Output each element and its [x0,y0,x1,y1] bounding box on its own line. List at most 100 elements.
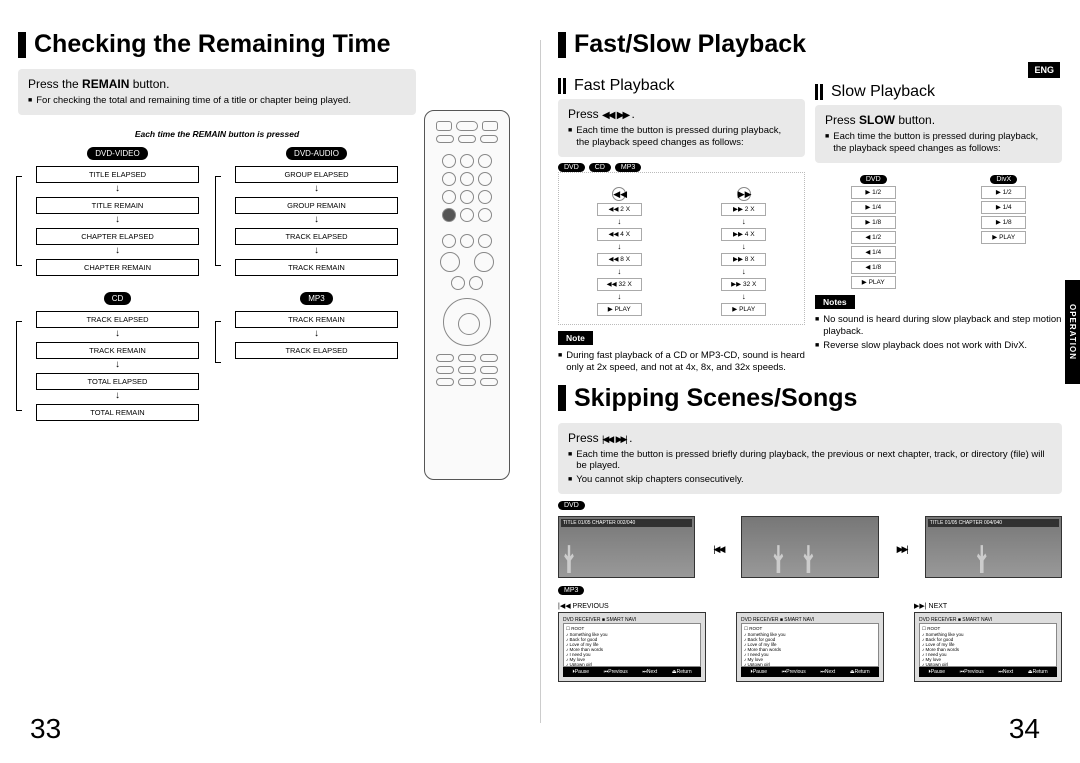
arrow-down-icon: ↓ [314,183,319,194]
speed-step: ◀◀ 32 X [597,278,642,291]
instruction-box-remain: Press the REMAIN button. For checking th… [18,69,416,115]
loop-line-icon [16,321,22,411]
step-box: CHAPTER REMAIN [36,259,199,276]
dvd-screenshot-thumb: TITLE 01/05 CHAPTER 002/040 [558,516,695,578]
pill-dvd: DVD [558,163,585,172]
skip-next-icon [616,434,626,445]
slow-note2: Reverse slow playback does not work with… [815,340,1062,352]
dvd-screenshot-thumb: TITLE 01/05 CHAPTER 004/040 [925,516,1062,578]
loop-line-icon [215,321,221,363]
cactus-icon [802,545,814,573]
step-box: TRACK ELAPSED↓ [235,228,398,245]
step-box: TRACK REMAIN↓ [235,311,398,328]
fast-speed-diagram: ◀◀ ◀◀ 2 X↓ ◀◀ 4 X↓ ◀◀ 8 X↓ ◀◀ 32 X↓ ▶ PL… [558,172,805,325]
arrow-down-icon: ↓ [115,214,120,225]
page-33: Checking the Remaining Time Press the RE… [0,0,540,763]
step-box: TRACK ELAPSED↓ [36,311,199,328]
pill-cd: CD [589,163,611,172]
speed-step: ▶▶ 32 X [721,278,766,291]
pill-dvd-video: DVD-VIDEO [87,147,147,160]
arrow-down-icon: ↓ [314,214,319,225]
speed-step: ◀ 1/4 [851,246,896,259]
instr-bold: SLOW [859,113,895,127]
speed-step: ◀◀ 2 X [597,203,642,216]
mp3-footer: ⏵Pause⏮Previous⏭Next⏏Return [919,667,1057,677]
fast-instr-box: Press . Each time the button is pressed … [558,99,805,157]
notes-badge: Notes [815,295,855,309]
instr-pre: Press the [28,77,82,91]
skip-instr-box: Press . Each time the button is pressed … [558,423,1062,495]
instr-post: button. [129,77,169,91]
step-box: TOTAL ELAPSED↓ [36,373,199,390]
loop-line-icon [215,176,221,266]
cactus-icon [976,545,988,573]
cactus-icon [563,545,575,573]
rewind-icon [602,110,613,121]
speed-step: ▶ PLAY [721,303,766,316]
mp3-screenshot-thumb: DVD RECEIVER ■ SMART NAVI ☐ ROOT ♪ Somet… [736,612,884,682]
instr-pre: Press [825,113,859,127]
step-box: GROUP ELAPSED↓ [235,166,398,183]
step-box: TRACK REMAIN [235,259,398,276]
speed-step: ▶▶ 4 X [721,228,766,241]
overlay-text: TITLE 01/05 CHAPTER 004/040 [928,519,1059,527]
speed-step: ▶ PLAY [597,303,642,316]
remain-caption: Each time the REMAIN button is pressed [18,129,416,139]
speed-step: ▶ PLAY [851,276,896,289]
step-box: TITLE ELAPSED↓ [36,166,199,183]
fast-note: During fast playback of a CD or MP3-CD, … [558,350,805,374]
loop-line-icon [16,176,22,266]
remote-control-illustration [424,110,510,480]
pill-divx: DivX [990,175,1017,184]
mp3-next-label: ▶▶| NEXT [914,602,1062,610]
mp3-footer: ⏵Pause⏮Previous⏭Next⏏Return [563,667,701,677]
step-box: GROUP REMAIN↓ [235,197,398,214]
page-number-right: 34 [1009,713,1040,745]
section-title-skip: Skipping Scenes/Songs [574,384,857,413]
speed-step: ▶ 1/4 [851,201,896,214]
arrow-down-icon: ↓ [115,183,120,194]
section-title-fastslow: Fast/Slow Playback [574,30,806,59]
skip-bullet1: Each time the button is pressed briefly … [568,449,1052,473]
fast-playback-block: Fast Playback Press . Each time the butt… [558,69,805,374]
speed-step: ◀◀ 4 X [597,228,642,241]
note-badge: Note [558,331,593,345]
slow-playback-block: Slow Playback Press SLOW button. Each ti… [815,69,1062,374]
instr-post: button. [895,113,935,127]
mp3-prev-label: |◀◀ PREVIOUS [558,602,706,610]
instr-text: Press [568,107,599,121]
section-bar-icon [558,385,566,411]
mp3-screenshot-thumb: DVD RECEIVER ■ SMART NAVI ☐ ROOT ♪ Somet… [558,612,706,682]
speed-step: ▶ 1/8 [851,216,896,229]
instr-text: Press [568,431,599,445]
speed-step: ◀◀ 8 X [597,253,642,266]
skip-prev-icon [713,539,723,555]
skip-prev-icon [602,434,612,445]
page-number-left: 33 [30,713,61,745]
rewind-button-icon: ◀◀ [612,187,626,201]
mp3-footer: ⏵Pause⏮Previous⏭Next⏏Return [741,667,879,677]
step-box: TRACK REMAIN↓ [36,342,199,359]
arrow-down-icon: ↓ [115,328,120,339]
pill-dvd: DVD [860,175,887,184]
step-box: CHAPTER ELAPSED↓ [36,228,199,245]
pill-mp3: MP3 [558,586,584,595]
instr-bold: REMAIN [82,77,129,91]
page-34: Fast/Slow Playback Fast Playback Press .… [540,0,1080,763]
slow-bullet: Each time the button is pressed during p… [825,131,1052,155]
speed-step: ▶▶ 2 X [721,203,766,216]
cactus-icon [772,545,784,573]
speed-step: ▶ 1/8 [981,216,1026,229]
step-box: TITLE REMAIN↓ [36,197,199,214]
section-bar-icon [558,32,566,58]
ff-button-icon: ▶▶ [737,187,751,201]
mp3-screenshot-thumb: DVD RECEIVER ■ SMART NAVI ☐ ROOT ♪ Somet… [914,612,1062,682]
slow-note1: No sound is heard during slow playback a… [815,314,1062,338]
arrow-down-icon: ↓ [115,359,120,370]
speed-step: ▶ PLAY [981,231,1026,244]
arrow-down-icon: ↓ [314,245,319,256]
step-box: TOTAL REMAIN [36,404,199,421]
overlay-text: TITLE 01/05 CHAPTER 002/040 [561,519,692,527]
fast-bullet: Each time the button is pressed during p… [568,125,795,149]
arrow-down-icon: ↓ [314,328,319,339]
